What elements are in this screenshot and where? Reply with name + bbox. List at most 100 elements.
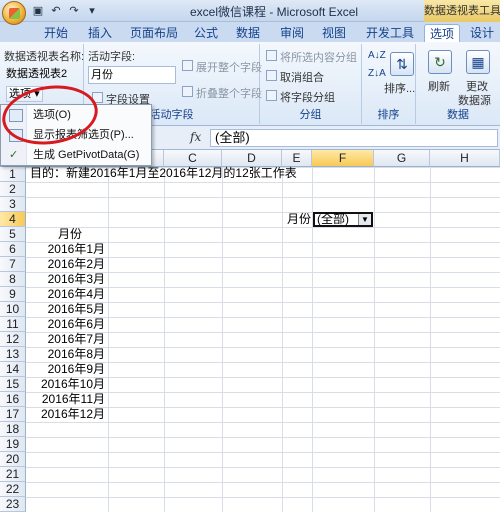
sort-az-icon[interactable]: A↓Z — [368, 50, 386, 61]
column-header-d[interactable]: D — [222, 150, 282, 167]
row-header[interactable]: 20 — [0, 452, 26, 467]
cell-e4[interactable]: 月份 — [283, 212, 311, 227]
grid-line — [430, 167, 431, 512]
active-field-label: 活动字段: — [88, 51, 136, 63]
row-header[interactable]: 22 — [0, 482, 26, 497]
menu-item-label: 生成 GetPivotData(G) — [33, 149, 140, 161]
month-cell[interactable]: 2016年7月 — [27, 332, 105, 347]
tab-formulas[interactable]: 公式 — [188, 24, 224, 42]
customize-icon[interactable]: ▾ — [84, 3, 100, 19]
row-header[interactable]: 10 — [0, 302, 26, 317]
tab-developer[interactable]: 开发工具 — [362, 24, 418, 42]
window-title: excel微信课程 - Microsoft Excel — [190, 5, 359, 19]
menu-item-getpivotdata[interactable]: ✓ 生成 GetPivotData(G) — [1, 146, 151, 165]
month-cell[interactable]: 2016年9月 — [27, 362, 105, 377]
month-cell[interactable]: 2016年12月 — [27, 407, 105, 422]
month-cell[interactable]: 2016年8月 — [27, 347, 105, 362]
row-header[interactable]: 15 — [0, 377, 26, 392]
grid-line — [374, 167, 375, 512]
pivot-name-input[interactable]: 数据透视表2 — [4, 66, 80, 84]
row-header[interactable]: 16 — [0, 392, 26, 407]
row-header[interactable]: 3 — [0, 197, 26, 212]
title-bar: ▣ ↶ ↷ ▾ excel微信课程 - Microsoft Excel 数据透视… — [0, 0, 500, 25]
change-source-icon: ▦ — [466, 50, 490, 74]
month-cell[interactable]: 2016年10月 — [27, 377, 105, 392]
row-header[interactable]: 11 — [0, 317, 26, 332]
sort-group: A↓Z Z↓A ⇅ 排序... 排序 — [362, 44, 416, 124]
sort-button[interactable]: 排序... — [384, 80, 415, 96]
sort-icon: ⇅ — [390, 52, 414, 76]
grid-line — [164, 167, 165, 512]
formula-input[interactable]: (全部) — [210, 129, 498, 147]
row-header[interactable]: 17 — [0, 407, 26, 422]
month-cell[interactable]: 2016年5月 — [27, 302, 105, 317]
refresh-icon: ↻ — [428, 50, 452, 74]
tab-insert[interactable]: 插入 — [82, 24, 118, 42]
collapse-field-icon — [182, 86, 193, 97]
ribbon-tabs: 开始 插入 页面布局 公式 数据 审阅 视图 开发工具 选项 设计 — [0, 22, 500, 42]
tab-data[interactable]: 数据 — [230, 24, 266, 42]
data-group: ↻ 刷新 ▦ 更改 数据源 数据 — [416, 44, 500, 124]
month-cell[interactable]: 2016年11月 — [27, 392, 105, 407]
tab-home[interactable]: 开始 — [36, 24, 76, 42]
dropdown-arrow-icon[interactable]: ▼ — [358, 214, 371, 225]
cell-a1[interactable]: 目的：新建2016年1月至2016年12月的12张工作表 — [30, 166, 297, 181]
row-header[interactable]: 9 — [0, 287, 26, 302]
month-cell[interactable]: 2016年3月 — [27, 272, 105, 287]
tab-review[interactable]: 审阅 — [274, 24, 310, 42]
column-header-c[interactable]: C — [164, 150, 222, 167]
ungroup-icon — [266, 70, 277, 81]
row-header[interactable]: 19 — [0, 437, 26, 452]
pivot-filter-value: (全部) — [317, 212, 349, 226]
row-header[interactable]: 23 — [0, 497, 26, 512]
row-header[interactable]: 12 — [0, 332, 26, 347]
month-cell[interactable]: 2016年1月 — [27, 242, 105, 257]
undo-icon[interactable]: ↶ — [48, 3, 64, 19]
row-header[interactable]: 5 — [0, 227, 26, 242]
tab-view[interactable]: 视图 — [316, 24, 352, 42]
sort-za-icon[interactable]: Z↓A — [368, 68, 386, 79]
office-button[interactable] — [2, 1, 26, 25]
row-header[interactable]: 1 — [0, 167, 26, 182]
ungroup-button[interactable]: 取消组合 — [280, 69, 324, 85]
fx-icon[interactable]: fx — [190, 130, 201, 144]
row-header[interactable]: 21 — [0, 467, 26, 482]
excel-window: ▣ ↶ ↷ ▾ excel微信课程 - Microsoft Excel 数据透视… — [0, 0, 500, 512]
row-header[interactable]: 6 — [0, 242, 26, 257]
row-header[interactable]: 18 — [0, 422, 26, 437]
column-header-f[interactable]: F — [312, 150, 374, 167]
row-header[interactable]: 14 — [0, 362, 26, 377]
group-selection-icon — [266, 50, 277, 61]
refresh-button[interactable]: 刷新 — [428, 78, 450, 94]
month-cell[interactable]: 2016年2月 — [27, 257, 105, 272]
column-header-e[interactable]: E — [282, 150, 312, 167]
collapse-field-button[interactable]: 折叠整个字段 — [196, 85, 262, 101]
cell-a5[interactable]: 月份 — [58, 227, 82, 242]
row-header[interactable]: 4 — [0, 212, 26, 227]
grid-line — [108, 167, 109, 512]
row-header[interactable]: 13 — [0, 347, 26, 362]
checkmark-icon: ✓ — [9, 149, 19, 161]
column-header-g[interactable]: G — [374, 150, 430, 167]
group-group: 将所选内容分组 取消组合 将字段分组 分组 — [260, 44, 362, 124]
month-cell[interactable]: 2016年4月 — [27, 287, 105, 302]
active-field-input[interactable]: 月份 — [88, 66, 176, 84]
row-header[interactable]: 7 — [0, 257, 26, 272]
column-header-h[interactable]: H — [430, 150, 500, 167]
tab-design[interactable]: 设计 — [466, 24, 498, 42]
month-cell[interactable]: 2016年6月 — [27, 317, 105, 332]
tab-page-layout[interactable]: 页面布局 — [126, 24, 182, 42]
tab-options[interactable]: 选项 — [424, 24, 460, 42]
row-header[interactable]: 2 — [0, 182, 26, 197]
expand-field-button[interactable]: 展开整个字段 — [196, 59, 262, 75]
data-group-label: 数据 — [447, 109, 469, 121]
row-header[interactable]: 8 — [0, 272, 26, 287]
pivot-filter-dropdown[interactable]: (全部) ▼ — [313, 212, 373, 227]
group-selection-button[interactable]: 将所选内容分组 — [280, 49, 357, 65]
group-group-label: 分组 — [299, 109, 322, 121]
save-icon[interactable]: ▣ — [30, 3, 46, 19]
group-field-button[interactable]: 将字段分组 — [280, 89, 335, 105]
redo-icon[interactable]: ↷ — [66, 3, 82, 19]
group-field-icon — [266, 90, 277, 101]
expand-field-icon — [182, 60, 193, 71]
